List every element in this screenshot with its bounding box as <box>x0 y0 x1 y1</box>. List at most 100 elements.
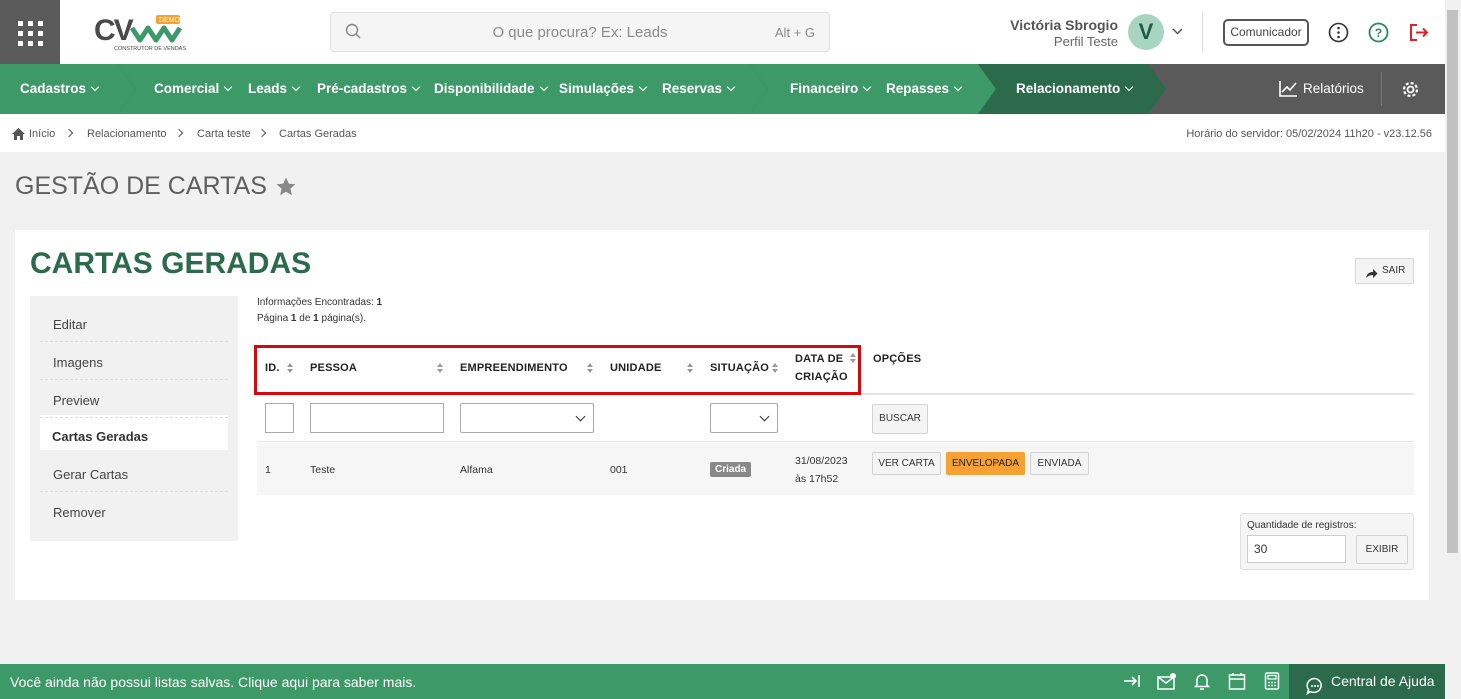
help-center-button[interactable]: Central de Ajuda <box>1289 664 1445 699</box>
nav-disponibilidade[interactable]: Disponibilidade <box>434 81 547 96</box>
scrollbar-thumb[interactable] <box>1447 10 1458 553</box>
results-count: 1 <box>376 297 383 308</box>
results-info: Informações Encontradas: 1 <box>257 297 382 308</box>
nav-cadastros[interactable]: Cadastros <box>20 81 98 96</box>
nav-relatorios[interactable]: Relatórios <box>1303 81 1364 96</box>
nav-financeiro[interactable]: Financeiro <box>790 81 870 96</box>
filter-situacao-select[interactable] <box>710 403 778 433</box>
footer-bar: Você ainda não possui listas salvas. Cli… <box>0 664 1445 699</box>
search-button[interactable]: BUSCAR <box>872 404 928 434</box>
chevron-down-icon[interactable] <box>1172 24 1183 42</box>
search-placeholder: O que procura? Ex: Leads <box>492 24 668 41</box>
table-row <box>257 443 1414 495</box>
top-bar: CV DEMO CONSTRUTOR DE VENDAS O que procu… <box>0 0 1445 64</box>
chat-icon <box>1306 673 1324 699</box>
page-current: 1 <box>290 313 297 324</box>
breadcrumb-carta-teste[interactable]: Carta teste <box>197 128 251 140</box>
chevron-right-icon <box>174 128 184 138</box>
divider <box>1381 72 1382 106</box>
user-info[interactable]: Victória Sbrogio Perfil Teste <box>1010 17 1118 49</box>
communicator-button[interactable]: Comunicador <box>1223 19 1309 46</box>
footer-message[interactable]: Você ainda não possui listas salvas. Cli… <box>10 674 416 690</box>
sidebar-item-editar[interactable]: Editar <box>53 317 87 332</box>
highlight-box <box>254 345 861 395</box>
page-suffix: página(s). <box>321 313 366 324</box>
nav-simulacoes[interactable]: Simulações <box>559 81 646 96</box>
apps-grid-icon[interactable] <box>0 0 60 64</box>
search-bar[interactable]: O que procura? Ex: Leads Alt + G <box>330 12 830 52</box>
main-nav: Cadastros Comercial Leads Pré-cadastros … <box>0 64 1445 114</box>
sidebar-item-imagens[interactable]: Imagens <box>53 355 103 370</box>
nav-leads[interactable]: Leads <box>248 81 299 96</box>
filter-divider <box>257 441 1414 442</box>
cell-id: 1 <box>265 464 271 476</box>
page-prefix: Página <box>257 313 289 324</box>
home-icon[interactable] <box>12 127 25 145</box>
sidebar-item-preview[interactable]: Preview <box>53 393 99 408</box>
column-header-opcoes: OPÇÕES <box>873 353 922 365</box>
logout-icon[interactable] <box>1408 22 1430 48</box>
cell-data: 31/08/2023 <box>795 455 848 467</box>
gear-icon[interactable] <box>1401 80 1420 104</box>
cell-pessoa: Teste <box>310 464 336 476</box>
svg-text:DEMO: DEMO <box>159 17 181 24</box>
cell-hora: às 17h52 <box>795 473 839 485</box>
chart-line-icon <box>1279 80 1298 102</box>
star-icon[interactable] <box>276 174 296 203</box>
nav-reservas[interactable]: Reservas <box>662 81 734 96</box>
user-name: Victória Sbrogio <box>1010 17 1118 33</box>
sidebar-item-remover[interactable]: Remover <box>53 505 106 520</box>
cell-empreendimento: Alfama <box>460 464 493 476</box>
enviada-button[interactable]: ENVIADA <box>1030 452 1089 475</box>
page-title: GESTÃO DE CARTAS <box>15 172 296 203</box>
sidebar-item-cartas-geradas[interactable]: Cartas Geradas <box>52 429 148 444</box>
filter-pessoa-input[interactable] <box>310 403 444 433</box>
page-scrollbar[interactable] <box>1445 0 1461 699</box>
nav-relacionamento[interactable]: Relacionamento <box>1016 81 1132 96</box>
page-of: de <box>299 313 311 324</box>
filter-id-input[interactable] <box>265 403 294 433</box>
avatar[interactable]: V <box>1128 14 1164 50</box>
breadcrumb-cartas-geradas: Cartas Geradas <box>279 128 357 140</box>
divider <box>40 341 228 342</box>
arrow-to-right-icon[interactable] <box>1123 672 1141 695</box>
help-center-label: Central de Ajuda <box>1331 673 1435 689</box>
exit-label: SAIR <box>1382 265 1406 276</box>
bell-icon[interactable] <box>1193 672 1211 695</box>
breadcrumb-inicio[interactable]: Início <box>29 128 55 140</box>
divider <box>40 491 228 492</box>
sidebar-item-gerar-cartas[interactable]: Gerar Cartas <box>53 467 128 482</box>
breadcrumb: Início Relacionamento Carta teste Cartas… <box>0 114 1445 152</box>
card-title: CARTAS GERADAS <box>30 247 312 280</box>
records-input[interactable]: 30 <box>1247 535 1346 563</box>
filter-empreendimento-select[interactable] <box>460 403 594 433</box>
records-label: Quantidade de registros: <box>1247 520 1357 531</box>
more-options-icon[interactable] <box>1328 22 1349 48</box>
mail-icon[interactable] <box>1157 672 1177 695</box>
results-label: Informações Encontradas: <box>257 297 374 308</box>
sidebar: Editar Imagens Preview Cartas Geradas Ge… <box>30 296 238 541</box>
cv-logo[interactable]: CV DEMO CONSTRUTOR DE VENDAS <box>94 12 186 54</box>
page-total: 1 <box>313 313 319 324</box>
divider <box>1202 12 1203 52</box>
server-time: Horário do servidor: 05/02/2024 11h20 - … <box>1186 128 1432 140</box>
divider <box>40 417 228 418</box>
exit-button[interactable]: SAIR <box>1355 258 1414 284</box>
help-icon[interactable]: ? <box>1368 22 1389 48</box>
nav-repasses[interactable]: Repasses <box>886 81 961 96</box>
divider <box>40 379 228 380</box>
share-arrow-icon <box>1365 265 1378 289</box>
nav-comercial[interactable]: Comercial <box>154 81 231 96</box>
envelopada-button[interactable]: ENVELOPADA <box>946 452 1025 475</box>
user-profile: Perfil Teste <box>1053 34 1118 49</box>
records-panel: Quantidade de registros: 30 EXIBIR <box>1240 513 1414 570</box>
svg-text:CV: CV <box>94 14 134 47</box>
calendar-icon[interactable] <box>1228 672 1246 695</box>
search-shortcut: Alt + G <box>774 25 815 40</box>
svg-text:CONSTRUTOR DE VENDAS: CONSTRUTOR DE VENDAS <box>114 46 186 52</box>
view-letter-button[interactable]: VER CARTA <box>872 452 941 475</box>
calculator-icon[interactable] <box>1264 672 1280 695</box>
breadcrumb-relacionamento[interactable]: Relacionamento <box>87 128 167 140</box>
show-button[interactable]: EXIBIR <box>1356 535 1408 564</box>
nav-pre-cadastros[interactable]: Pré-cadastros <box>317 81 419 96</box>
